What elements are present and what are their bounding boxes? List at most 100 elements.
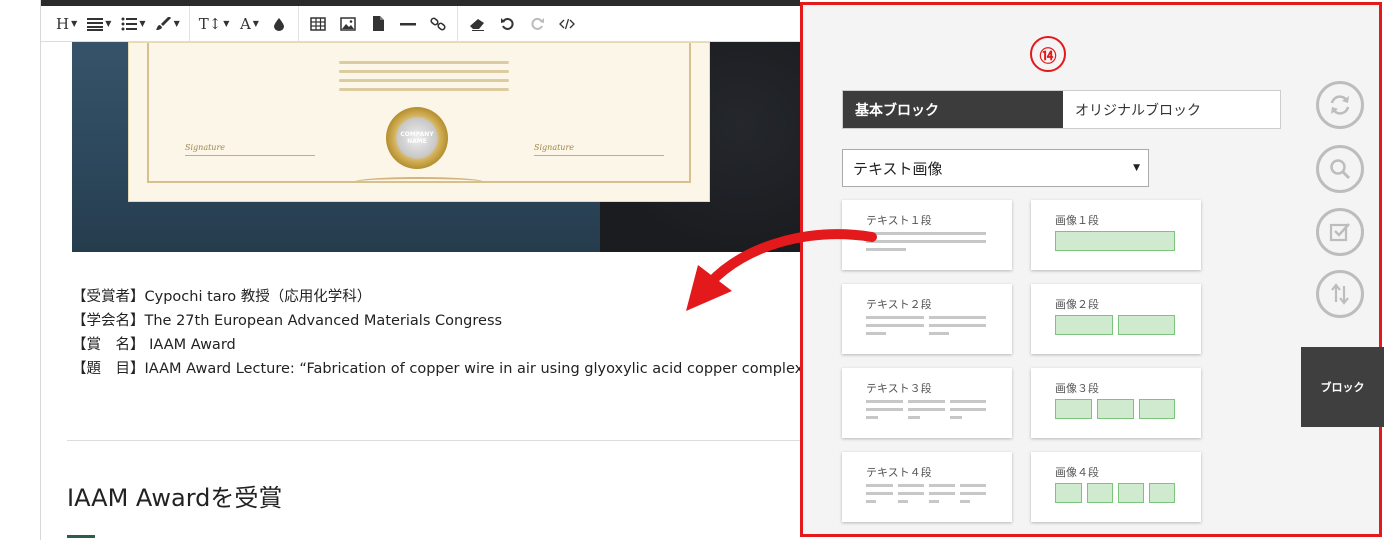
- image-box-preview: [1087, 483, 1113, 503]
- block-card-image-3[interactable]: 画像３段: [1031, 368, 1201, 438]
- background-color-button[interactable]: [264, 10, 294, 38]
- sort-button[interactable]: [1316, 270, 1364, 318]
- text-line-preview: [866, 408, 903, 411]
- image-box-preview: [1139, 399, 1175, 419]
- text-line-preview: [950, 408, 986, 411]
- block-card-text-2[interactable]: テキスト２段: [842, 284, 1012, 354]
- text-line-preview: [929, 484, 955, 487]
- refresh-button[interactable]: [1316, 81, 1364, 129]
- block-card-image-4[interactable]: 画像４段: [1031, 452, 1201, 522]
- text-line-preview: [960, 500, 970, 503]
- check-button[interactable]: [1316, 208, 1364, 256]
- text-line-preview: [866, 316, 924, 319]
- text-line-preview: [929, 332, 949, 335]
- image-box-preview: [1118, 483, 1144, 503]
- zoom-button[interactable]: [1316, 145, 1364, 193]
- file-button[interactable]: [363, 10, 393, 38]
- text-line-preview: [898, 500, 908, 503]
- text-line-preview: [866, 416, 878, 419]
- image-box-preview: [1149, 483, 1175, 503]
- source-code-button[interactable]: [552, 10, 582, 38]
- card-label: 画像３段: [1055, 382, 1099, 395]
- block-card-image-2[interactable]: 画像２段: [1031, 284, 1201, 354]
- table-button[interactable]: [303, 10, 333, 38]
- editor-toolbar: H ▼ ▼ ▼ ▼ T↕ ▼ A ▼: [41, 6, 801, 42]
- toolbar-group-format: H ▼ ▼ ▼ ▼: [47, 6, 190, 41]
- image-box-preview: [1055, 483, 1082, 503]
- text-line-preview: [866, 484, 893, 487]
- chevron-down-icon: ▼: [223, 19, 230, 28]
- chevron-down-icon: ▼: [252, 19, 259, 28]
- chevron-down-icon: ▼: [105, 19, 112, 28]
- heading-button[interactable]: H ▼: [51, 10, 82, 38]
- block-card-image-1[interactable]: 画像１段: [1031, 200, 1201, 270]
- text-line-preview: [908, 416, 920, 419]
- text-line-preview: [950, 400, 986, 403]
- droplet-icon: [274, 17, 285, 31]
- card-label: テキスト３段: [866, 382, 932, 395]
- text-line-preview: [898, 484, 924, 487]
- tab-basic-blocks[interactable]: 基本ブロック: [843, 91, 1063, 128]
- block-card-text-1[interactable]: テキスト１段: [842, 200, 1012, 270]
- card-label: 画像２段: [1055, 298, 1099, 311]
- block-type-tabs: 基本ブロック オリジナルブロック: [842, 90, 1281, 129]
- card-label: 画像４段: [1055, 466, 1099, 479]
- block-card-text-3[interactable]: テキスト３段: [842, 368, 1012, 438]
- seal-text: COMPANY NAME: [400, 131, 434, 145]
- certificate-text-lines: [339, 61, 509, 97]
- company-seal-icon: COMPANY NAME: [386, 107, 448, 169]
- text-line-preview: [866, 500, 876, 503]
- text-line-preview: [929, 492, 955, 495]
- horizontal-rule-icon: [400, 22, 417, 25]
- block-category-select[interactable]: テキスト画像 ▼: [842, 149, 1149, 187]
- horizontal-rule-button[interactable]: [393, 10, 423, 38]
- certificate-signature-right: Signature: [534, 143, 575, 152]
- font-color-label: A: [239, 14, 251, 33]
- image-box-preview: [1055, 231, 1175, 251]
- undo-button[interactable]: [492, 10, 522, 38]
- text-line-preview: [929, 324, 986, 327]
- toolbar-group-text: T↕ ▼ A ▼: [190, 6, 300, 41]
- award-recipient: 【受賞者】Cypochi taro 教授（応用化学科）: [72, 289, 372, 305]
- text-size-button[interactable]: T↕ ▼: [194, 10, 235, 38]
- certificate-graphic: Signature Signature COMPANY NAME: [128, 42, 710, 202]
- chevron-down-icon: ▼: [139, 19, 146, 28]
- block-panel-toggle[interactable]: ブロック: [1301, 347, 1384, 427]
- chevron-down-icon: ▼: [1133, 163, 1140, 173]
- image-box-preview: [1097, 399, 1134, 419]
- card-label: テキスト２段: [866, 298, 932, 311]
- sort-icon: [1331, 283, 1349, 305]
- redo-button[interactable]: [522, 10, 552, 38]
- toolbar-group-insert: [299, 6, 459, 41]
- certificate-flourish: [354, 177, 484, 187]
- text-line-preview: [898, 492, 924, 495]
- heading-label: H: [56, 14, 70, 33]
- signature-line-right: [534, 155, 664, 156]
- list-button[interactable]: ▼: [116, 10, 150, 38]
- check-icon: [1329, 223, 1350, 242]
- clear-format-button[interactable]: [462, 10, 492, 38]
- tab-original-blocks[interactable]: オリジナルブロック: [1063, 91, 1280, 128]
- card-label: テキスト４段: [866, 466, 932, 479]
- text-size-label: T↕: [198, 14, 222, 33]
- section-divider: [67, 440, 800, 441]
- align-button[interactable]: ▼: [82, 10, 116, 38]
- image-button[interactable]: [333, 10, 363, 38]
- text-line-preview: [908, 400, 945, 403]
- award-title: 【題 目】IAAM Award Lecture: “Fabrication of…: [72, 361, 811, 377]
- chevron-down-icon: ▼: [173, 19, 180, 28]
- style-brush-button[interactable]: ▼: [151, 10, 185, 38]
- text-line-preview: [950, 416, 962, 419]
- text-line-preview: [866, 332, 886, 335]
- font-color-button[interactable]: A ▼: [234, 10, 264, 38]
- editor-left-border: [40, 0, 41, 540]
- image-box-preview: [1055, 315, 1113, 335]
- section-heading: IAAM Awardを受賞: [67, 484, 283, 512]
- block-card-text-4[interactable]: テキスト４段: [842, 452, 1012, 522]
- select-value: テキスト画像: [853, 159, 943, 178]
- refresh-icon: [1330, 95, 1350, 115]
- link-button[interactable]: [423, 10, 453, 38]
- brush-icon: [155, 16, 171, 30]
- redo-icon: [531, 17, 544, 30]
- text-line-preview: [866, 248, 906, 251]
